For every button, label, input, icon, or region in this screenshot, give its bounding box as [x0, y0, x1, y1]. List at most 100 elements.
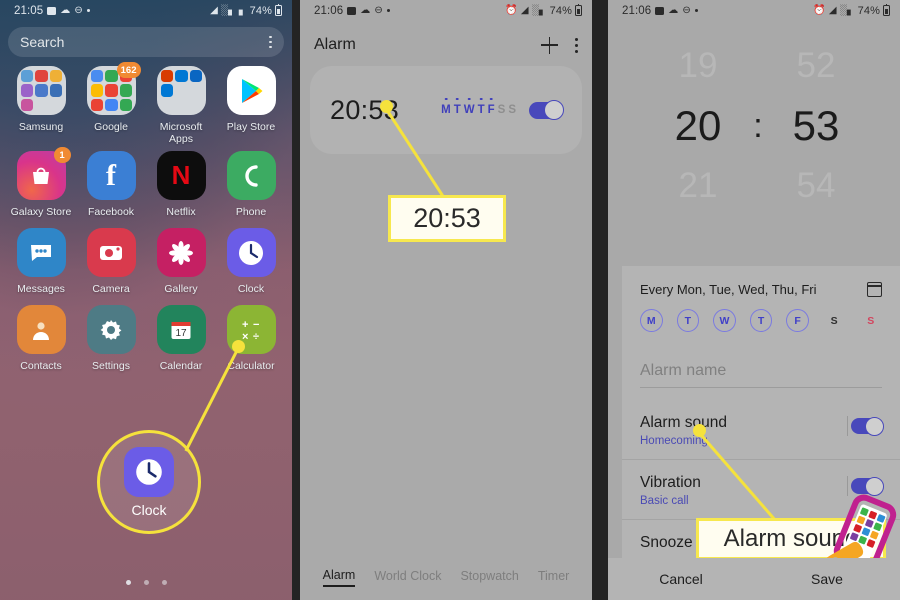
app-label: Camera — [92, 283, 130, 295]
tab-world-clock[interactable]: World Clock — [374, 569, 441, 586]
app-google[interactable]: 162 Google — [76, 62, 146, 145]
tab-stopwatch[interactable]: Stopwatch — [460, 569, 518, 586]
svg-text:−: − — [253, 319, 259, 331]
day-selector: M T W T F S S — [622, 297, 900, 332]
time-picker[interactable]: 19 20 21 : 52 53 54 — [608, 36, 900, 236]
alarm-toggle[interactable] — [529, 100, 564, 120]
app-calculator[interactable]: + − × ÷ Calculator — [216, 305, 286, 372]
app-contacts[interactable]: Contacts — [6, 305, 76, 372]
app-play-store[interactable]: Play Store — [216, 66, 286, 145]
wifi-icon: ◢ — [828, 4, 837, 16]
day-letter: T — [477, 103, 485, 116]
page-indicator — [0, 580, 292, 585]
app-grid: Samsung 162 Google Microsoft Apps Play S… — [0, 62, 292, 372]
calendar-icon: 17 — [156, 305, 206, 354]
panel-divider — [600, 0, 608, 600]
hour-selected[interactable]: 20 — [650, 96, 746, 156]
app-label: Contacts — [20, 360, 62, 372]
app-label: Galaxy Store — [10, 206, 72, 218]
kebab-menu-icon[interactable] — [575, 37, 578, 53]
cancel-button[interactable]: Cancel — [608, 571, 754, 587]
day-circle-sun[interactable]: S — [859, 309, 882, 332]
app-row: Messages Camera Gallery Clock — [6, 228, 286, 295]
hour-next[interactable]: 21 — [650, 156, 746, 216]
day-circle-wed[interactable]: W — [713, 309, 736, 332]
app-label: Calendar — [159, 360, 203, 372]
app-calendar[interactable]: 17 Calendar — [146, 305, 216, 372]
repeat-text: Every Mon, Tue, Wed, Thu, Fri — [640, 282, 817, 297]
hour-prev[interactable]: 19 — [650, 36, 746, 96]
dot-icon — [386, 9, 390, 12]
badge-count: 1 — [53, 147, 71, 163]
day-circle-tue[interactable]: T — [676, 309, 700, 332]
battery-icon — [575, 3, 582, 16]
app-messages[interactable]: Messages — [6, 228, 76, 295]
plus-icon[interactable] — [541, 36, 558, 54]
setting-title: Vibration — [640, 474, 701, 491]
status-time: 21:06 — [314, 4, 344, 17]
divider-vertical — [847, 416, 848, 436]
tab-timer[interactable]: Timer — [538, 569, 569, 586]
page-title: Alarm — [314, 36, 356, 53]
alarm-name-input[interactable]: Alarm name — [640, 362, 882, 388]
app-galaxy-store[interactable]: 1 Galaxy Store — [6, 147, 76, 218]
clock-tabbar: Alarm World Clock Stopwatch Timer — [300, 562, 592, 592]
app-netflix[interactable]: N Netflix — [146, 151, 216, 218]
signal-icon: ░▖ — [220, 4, 236, 16]
tab-alarm[interactable]: Alarm — [322, 568, 356, 587]
page-dot — [143, 580, 149, 585]
alarm-sound-toggle[interactable] — [851, 416, 884, 436]
app-facebook[interactable]: f Facebook — [76, 151, 146, 218]
search-input[interactable]: Search — [8, 27, 284, 57]
svg-text:÷: ÷ — [253, 331, 259, 343]
app-label: Gallery — [164, 283, 198, 295]
minute-column[interactable]: 52 53 54 — [768, 36, 864, 216]
page-dot — [161, 580, 167, 585]
day-circle-mon[interactable]: M — [640, 309, 663, 332]
app-label: Google — [94, 121, 128, 133]
app-phone[interactable]: Phone — [216, 151, 286, 218]
day-letter: M — [441, 103, 451, 116]
panel-alarm-list: 21:06 ☁ ⊖ ⏰ ◢ ░▖ 74% Alarm 20:53 M T W T… — [300, 0, 592, 600]
dot-icon — [694, 9, 698, 12]
gallery-icon — [156, 228, 206, 277]
app-samsung[interactable]: Samsung — [6, 66, 76, 145]
kebab-menu-icon[interactable] — [269, 35, 272, 49]
app-camera[interactable]: Camera — [76, 228, 146, 295]
panel-divider — [292, 0, 300, 600]
minute-selected[interactable]: 53 — [768, 96, 864, 156]
battery-icon — [275, 3, 282, 16]
alarm-list-item[interactable]: 20:53 M T W T F S S — [310, 66, 582, 154]
hour-column[interactable]: 19 20 21 — [650, 36, 746, 216]
day-circle-fri[interactable]: F — [786, 309, 809, 332]
image-icon — [47, 6, 57, 15]
setting-title: Snooze — [640, 534, 693, 551]
repeat-row[interactable]: Every Mon, Tue, Wed, Thu, Fri — [622, 266, 900, 297]
cloud-icon: ☁ — [60, 4, 71, 16]
minute-prev[interactable]: 52 — [768, 36, 864, 96]
day-letter: T — [453, 103, 461, 116]
cloud-icon: ☁ — [360, 4, 371, 16]
folder-icon: 162 — [86, 62, 141, 115]
day-circle-thu[interactable]: T — [749, 309, 773, 332]
app-gallery[interactable]: Gallery — [146, 228, 216, 295]
app-settings[interactable]: Settings — [76, 305, 146, 372]
vibration-toggle[interactable] — [851, 476, 884, 496]
settings-gear-icon — [86, 305, 136, 354]
minute-next[interactable]: 54 — [768, 156, 864, 216]
edit-alarm-bottom-bar: Cancel Save — [608, 558, 900, 600]
app-microsoft-apps[interactable]: Microsoft Apps — [146, 66, 216, 145]
setting-alarm-sound[interactable]: Alarm sound Homecoming — [622, 400, 900, 460]
svg-text:+: + — [242, 319, 248, 331]
day-circle-sat[interactable]: S — [823, 309, 846, 332]
app-clock[interactable]: Clock — [216, 228, 286, 295]
clock-highlight-label: Clock — [131, 501, 167, 518]
day-letter: S — [508, 103, 516, 116]
alarm-header: Alarm — [300, 26, 592, 64]
facebook-icon: f — [86, 151, 136, 200]
calendar-icon[interactable] — [867, 282, 882, 297]
save-button[interactable]: Save — [754, 571, 900, 587]
screenshot-root: 21:05 ☁ ⊖ ◢ ░▖ ▖ 74% Search Samsung 162 … — [0, 0, 900, 600]
dot-icon — [86, 9, 90, 12]
alarm-name-placeholder: Alarm name — [640, 362, 727, 379]
